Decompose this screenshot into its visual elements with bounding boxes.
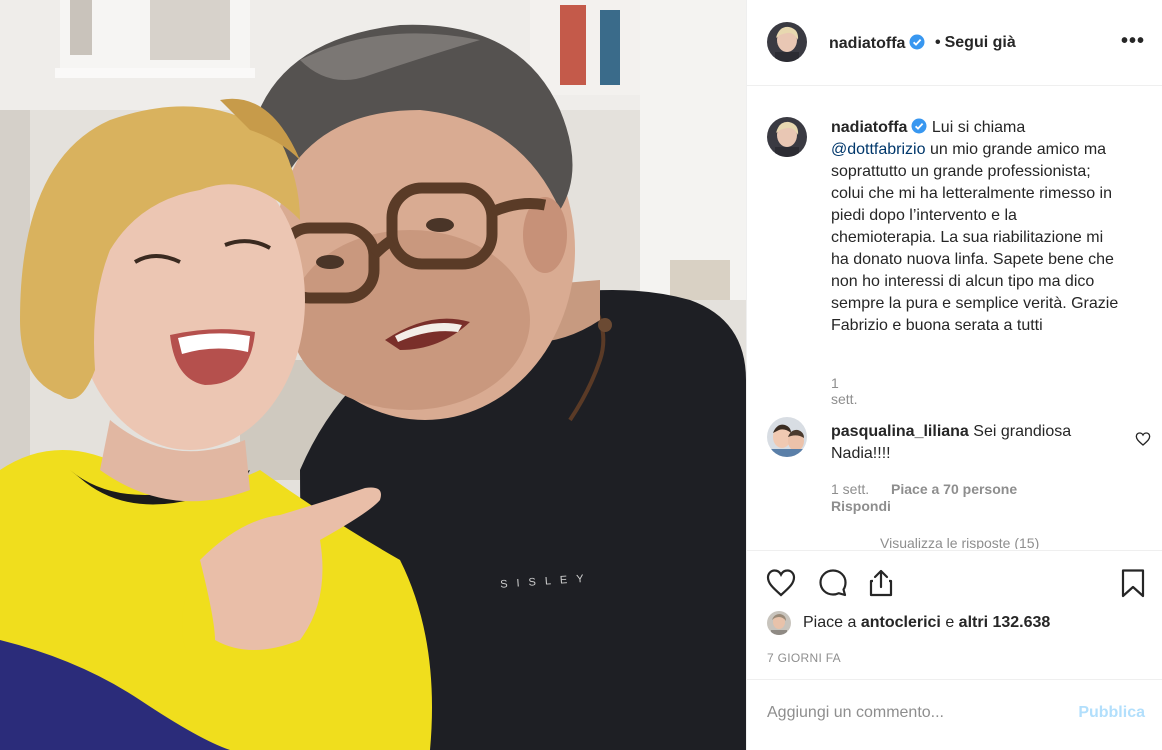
likes-text: Piace a antoclerici e altri 132.638 — [803, 614, 1050, 632]
post-header: nadiatoffa • Segui già ••• — [747, 0, 1162, 86]
more-options-icon[interactable]: ••• — [1121, 30, 1145, 53]
author-username[interactable]: nadiatoffa — [829, 34, 925, 53]
commenter-username[interactable]: pasqualina_liliana — [831, 423, 969, 440]
caption-body: un mio grande amico ma soprattutto un gr… — [831, 141, 1119, 334]
comment-likes[interactable]: Piace a 70 persone — [891, 481, 1017, 497]
like-heart-icon[interactable] — [765, 567, 797, 599]
likes-user-link[interactable]: antoclerici — [861, 614, 941, 631]
caption-text: nadiatoffa Lui si chiama @dottfabrizio u… — [831, 117, 1121, 337]
verified-icon — [911, 118, 927, 134]
likes-others-link[interactable]: altri 132.638 — [959, 614, 1051, 631]
comment-like-heart-icon[interactable] — [1135, 431, 1151, 447]
separator-dot: • — [935, 34, 941, 51]
share-icon[interactable] — [865, 567, 897, 599]
caption-time[interactable]: 1 sett. — [831, 375, 857, 407]
commenter-avatar[interactable] — [767, 417, 807, 457]
publish-button[interactable]: Pubblica — [1078, 704, 1145, 722]
comment-input[interactable]: Aggiungi un commento... — [767, 704, 944, 722]
comment-bubble-icon[interactable] — [817, 567, 849, 599]
bookmark-icon[interactable] — [1117, 567, 1149, 599]
add-comment-bar: Aggiungi un commento... Pubblica — [747, 679, 1162, 749]
verified-icon — [909, 34, 925, 50]
post-actions: Piace a antoclerici e altri 132.638 7 GI… — [747, 550, 1162, 748]
comment-meta: 1 sett. Piace a 70 persone — [831, 481, 1017, 497]
comments-list[interactable]: nadiatoffa Lui si chiama @dottfabrizio u… — [747, 87, 1162, 549]
post-image: SISLEY — [0, 0, 746, 750]
follow-status-label[interactable]: Segui già — [945, 34, 1016, 51]
author-avatar[interactable] — [767, 22, 807, 62]
view-replies-link[interactable]: Visualizza le risposte (15) — [880, 535, 1039, 549]
caption-body-start: Lui si chiama — [931, 119, 1026, 136]
likes-mid: e — [945, 614, 955, 631]
likes-prefix: Piace a — [803, 614, 857, 631]
post-date[interactable]: 7 GIORNI FA — [767, 651, 841, 665]
comment-time[interactable]: 1 sett. — [831, 481, 869, 497]
follow-status[interactable]: • Segui già — [935, 34, 1016, 52]
caption-mention-link[interactable]: @dottfabrizio — [831, 141, 926, 158]
reply-button-label[interactable]: Rispondi — [831, 498, 891, 514]
post-photo[interactable]: SISLEY — [0, 0, 746, 750]
post-panel: nadiatoffa • Segui già ••• nadiatoffa Lui… — [746, 0, 1162, 750]
caption-username[interactable]: nadiatoffa — [831, 119, 907, 136]
reply-button[interactable]: Rispondi — [831, 498, 891, 514]
author-username-text[interactable]: nadiatoffa — [829, 35, 905, 52]
caption-avatar[interactable] — [767, 117, 807, 157]
comment-text: pasqualina_liliana Sei grandiosa Nadia!!… — [831, 421, 1121, 465]
liker-avatar[interactable] — [767, 611, 791, 635]
